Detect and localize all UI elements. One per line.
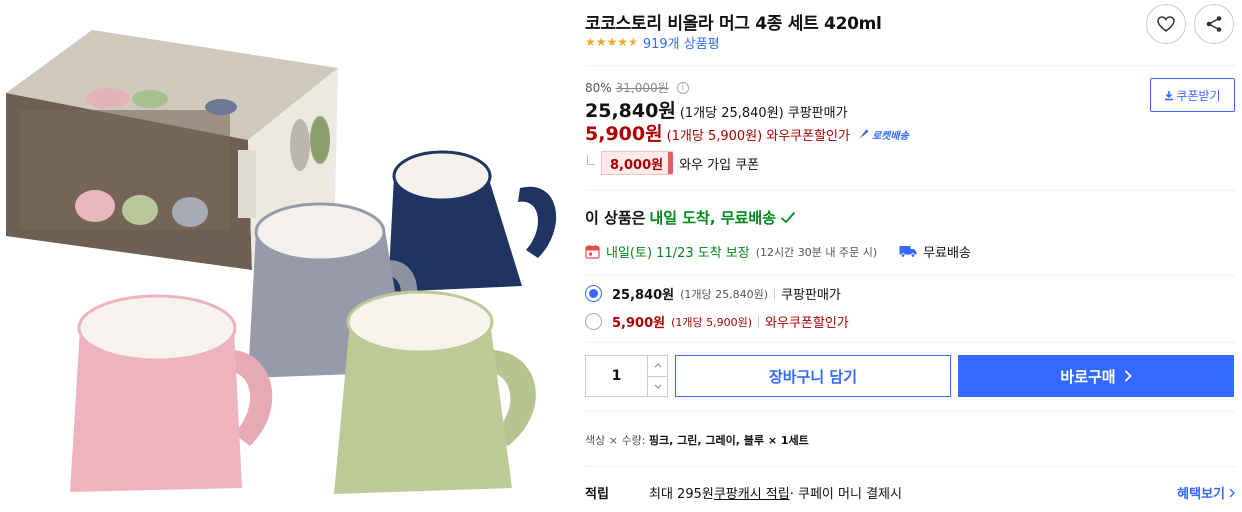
radio-button[interactable] <box>585 313 602 330</box>
option-unit-price: (1개당 5,900원) <box>671 315 753 329</box>
chevron-up-icon[interactable] <box>648 356 667 377</box>
chevron-right-icon <box>1229 488 1235 497</box>
info-icon[interactable]: i <box>676 81 689 94</box>
delivery-headline: 이 상품은 내일 도착, 무료배송 <box>585 207 796 228</box>
pink-mug-illustration <box>70 294 273 492</box>
star-icon: ★ <box>585 35 596 49</box>
wow-price-row: 5,900원 (1개당 5,900원) 와우쿠폰할인가 로켓배송 <box>585 119 909 146</box>
member-coupon-amount: 8,000원 <box>601 151 674 175</box>
coupon-download-button[interactable]: 쿠폰받기 <box>1150 78 1235 112</box>
heart-icon <box>1157 16 1175 32</box>
option-price: 5,900원 <box>612 316 666 331</box>
option-summary-value: 핑크, 그린, 그레이, 블루 × 1세트 <box>648 434 809 447</box>
delivery-headline-prefix: 이 상품은 <box>585 209 646 227</box>
navy-mug-illustration <box>388 150 557 292</box>
delivery-headline-highlight: 내일 도착, 무료배송 <box>649 209 776 227</box>
divider <box>585 466 1235 467</box>
product-title: 코코스토리 비올라 머그 4종 세트 420ml <box>585 14 882 34</box>
price-option-coupang[interactable]: 25,840원 (1개당 25,840원) 쿠팡판매가 <box>585 284 841 303</box>
chevron-down-icon[interactable] <box>648 377 667 397</box>
radio-button[interactable] <box>585 285 602 302</box>
arrival-row: 내일(토) 11/23 도착 보장 (12시간 30분 내 주문 시) 무료배송 <box>585 242 971 261</box>
option-unit-price: (1개당 25,840원) <box>680 287 769 301</box>
arrival-guarantee: 내일(토) 11/23 도착 보장 <box>606 246 750 261</box>
calendar-icon <box>585 245 600 259</box>
option-summary-label: 색상 × 수량: <box>585 434 649 447</box>
divider <box>774 287 776 300</box>
benefit-link-label: 혜택보기 <box>1177 487 1225 502</box>
buy-now-label: 바로구매 <box>1060 367 1116 386</box>
reward-text-suffix: · 쿠페이 머니 결제시 <box>789 487 902 502</box>
star-rating: ★ ★ ★ ★ ★ <box>585 36 639 48</box>
quantity-stepper[interactable]: 1 <box>585 355 668 397</box>
star-icon: ★ <box>595 35 607 49</box>
rocket-delivery-badge: 로켓배송 <box>858 127 909 142</box>
chevron-right-icon <box>1124 370 1132 382</box>
divider <box>585 190 1235 191</box>
member-coupon-text: 와우 가입 쿠폰 <box>679 157 760 173</box>
view-benefits-link[interactable]: 혜택보기 <box>1177 483 1235 502</box>
discount-row: 80% 31,000원 i <box>585 79 689 96</box>
product-info-panel: 코코스토리 비올라 머그 4종 세트 420ml ★ ★ ★ ★ ★ 919개 … <box>585 0 1242 512</box>
review-count-link[interactable]: 919개 상품평 <box>643 33 720 52</box>
share-button[interactable] <box>1194 4 1234 44</box>
divider <box>585 275 1235 276</box>
shipping-text: 무료배송 <box>923 246 971 261</box>
quantity-input[interactable]: 1 <box>586 356 647 396</box>
coupang-cash-link[interactable]: 쿠팡캐시 적립 <box>714 483 790 502</box>
share-icon <box>1206 16 1222 32</box>
rocket-badge-label: 로켓배송 <box>871 130 909 142</box>
option-price: 25,840원 <box>612 288 675 303</box>
star-icon: ★ <box>617 35 629 49</box>
quantity-stepper-buttons <box>647 356 667 396</box>
rocket-icon <box>858 130 868 139</box>
wow-price: 5,900원 <box>585 123 663 145</box>
star-half-icon: ★ <box>628 35 639 49</box>
divider <box>585 411 1235 412</box>
reward-text-prefix: 최대 295원 <box>649 487 714 502</box>
product-image[interactable] <box>0 0 572 512</box>
rating-row[interactable]: ★ ★ ★ ★ ★ 919개 상품평 <box>585 33 720 52</box>
free-shipping: 무료배송 <box>899 242 971 261</box>
member-coupon-row: 8,000원 와우 가입 쿠폰 <box>585 151 759 175</box>
check-icon <box>780 211 796 224</box>
star-icon: ★ <box>606 35 618 49</box>
wow-price-label: 와우쿠폰할인가 <box>766 129 850 144</box>
arrival-note: (12시간 30분 내 주문 시) <box>755 245 878 259</box>
green-mug-illustration <box>334 290 536 494</box>
corner-connector <box>587 155 595 165</box>
price-option-wow[interactable]: 5,900원 (1개당 5,900원) 와우쿠폰할인가 <box>585 312 849 331</box>
wow-unit-price: (1개당 5,900원) <box>666 129 763 144</box>
original-price: 31,000원 <box>615 81 669 95</box>
download-icon <box>1165 90 1174 100</box>
reward-row: 적립 최대 295원 쿠팡캐시 적립 · 쿠페이 머니 결제시 혜택보기 <box>585 483 1235 502</box>
coupon-button-label: 쿠폰받기 <box>1176 88 1221 103</box>
divider <box>585 65 1235 66</box>
buy-now-button[interactable]: 바로구매 <box>958 355 1234 397</box>
discount-rate: 80% <box>585 80 612 95</box>
option-label: 쿠팡판매가 <box>781 288 841 303</box>
selected-option-summary: 색상 × 수량: 핑크, 그린, 그레이, 블루 × 1세트 <box>585 432 809 448</box>
truck-icon <box>899 246 917 258</box>
divider <box>585 342 1235 343</box>
option-label: 와우쿠폰할인가 <box>765 316 849 331</box>
divider <box>758 315 760 328</box>
wishlist-button[interactable] <box>1146 4 1186 44</box>
reward-label: 적립 <box>585 487 609 502</box>
add-to-cart-button[interactable]: 장바구니 담기 <box>675 355 951 397</box>
